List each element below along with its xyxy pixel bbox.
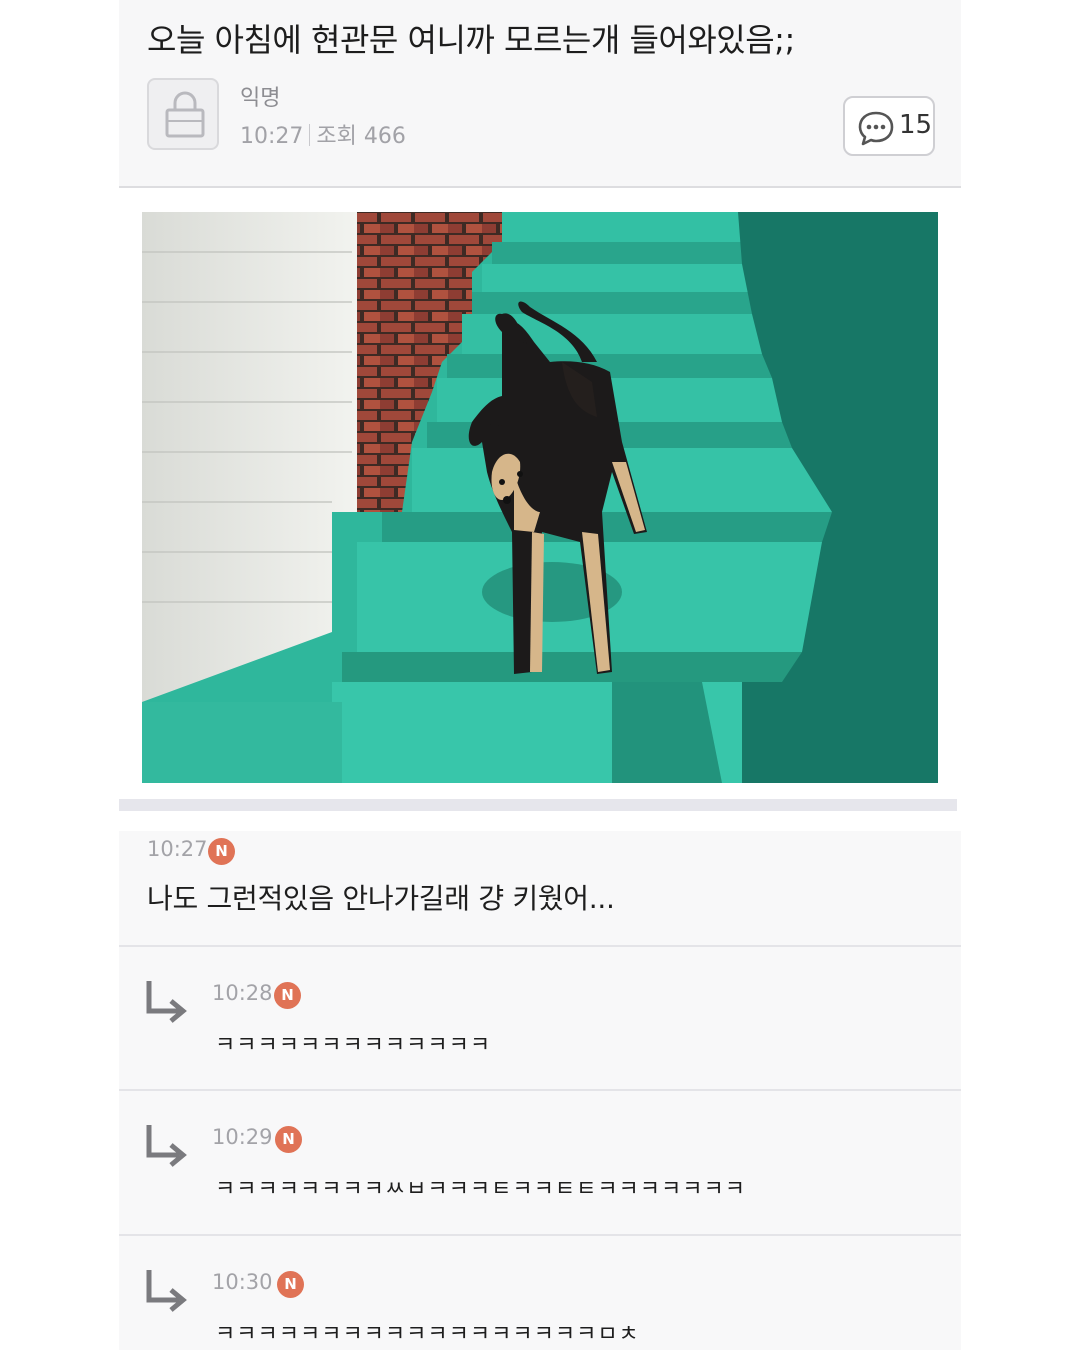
- new-badge: N: [275, 1126, 302, 1153]
- post-header: 오늘 아침에 현관문 여니까 모르는개 들어와있음;; 익명 10:27 조회 4…: [119, 0, 961, 188]
- reply-arrow-icon: [146, 981, 187, 1023]
- reply-item[interactable]: 10:30 N ㅋㅋㅋㅋㅋㅋㅋㅋㅋㅋㅋㅋㅋㅋㅋㅋㅋㅋㅁㅊ: [119, 1236, 961, 1350]
- comment-item[interactable]: 10:27 N 나도 그런적있음 안나가길래 걍 키웠어...: [119, 831, 961, 947]
- comments-button[interactable]: 15: [843, 96, 935, 156]
- new-badge: N: [277, 1271, 304, 1298]
- speech-bubble-icon: [858, 111, 894, 146]
- author-name: 익명: [240, 86, 281, 111]
- reply-time: 10:28: [212, 981, 273, 1005]
- comment-count: 15: [899, 110, 933, 140]
- meta-divider: [309, 124, 311, 146]
- reply-text: ㅋㅋㅋㅋㅋㅋㅋㅋㅋㅋㅋㅋㅋ: [215, 1033, 492, 1058]
- reply-item[interactable]: 10:29 N ㅋㅋㅋㅋㅋㅋㅋㅋㅆㅂㅋㅋㅋㅌㅋㅋㅌㅌㅋㅋㅋㅋㅋㅋㅋ: [119, 1091, 961, 1236]
- post-meta: 10:27 조회 466: [240, 118, 406, 150]
- post-time: 10:27: [240, 124, 304, 149]
- lock-icon: [165, 91, 205, 138]
- post-views: 조회 466: [316, 124, 406, 149]
- author-avatar[interactable]: [147, 78, 219, 150]
- reply-time: 10:29: [212, 1125, 273, 1149]
- post-image[interactable]: [142, 212, 938, 783]
- post-view: 오늘 아침에 현관문 여니까 모르는개 들어와있음;; 익명 10:27 조회 4…: [119, 0, 961, 1350]
- dog-on-stairs-photo: [142, 212, 938, 783]
- reply-item[interactable]: 10:28 N ㅋㅋㅋㅋㅋㅋㅋㅋㅋㅋㅋㅋㅋ: [119, 947, 961, 1091]
- reply-arrow-icon: [146, 1125, 187, 1167]
- reply-text: ㅋㅋㅋㅋㅋㅋㅋㅋㅆㅂㅋㅋㅋㅌㅋㅋㅌㅌㅋㅋㅋㅋㅋㅋㅋ: [215, 1177, 747, 1202]
- reply-time: 10:30: [212, 1270, 273, 1294]
- post-title: 오늘 아침에 현관문 여니까 모르는개 들어와있음;;: [147, 21, 795, 59]
- comment-time: 10:27: [147, 837, 208, 861]
- reply-arrow-icon: [146, 1270, 187, 1312]
- new-badge: N: [274, 982, 301, 1009]
- reply-text: ㅋㅋㅋㅋㅋㅋㅋㅋㅋㅋㅋㅋㅋㅋㅋㅋㅋㅋㅁㅊ: [215, 1322, 640, 1347]
- section-divider: [119, 799, 957, 811]
- comment-text: 나도 그런적있음 안나가길래 걍 키웠어...: [147, 882, 615, 915]
- new-badge: N: [208, 838, 235, 865]
